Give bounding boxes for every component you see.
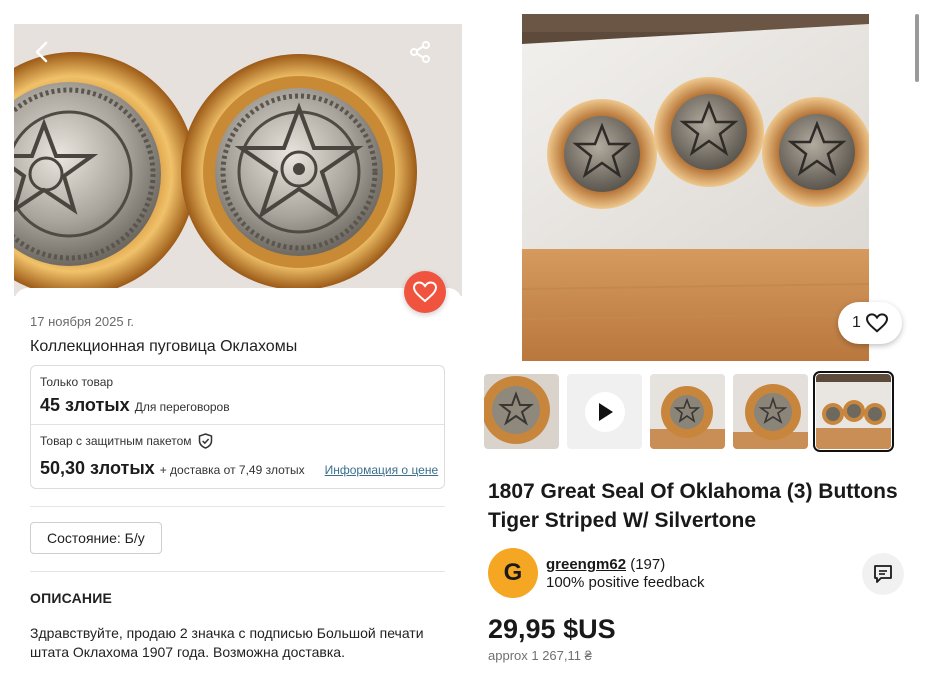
product-main-photo[interactable] (522, 14, 869, 361)
price-info-link[interactable]: Информация о цене (325, 463, 439, 477)
buttons-closeup-image (14, 24, 462, 296)
play-button[interactable] (584, 391, 625, 432)
shield-check-icon (198, 433, 212, 449)
listing-title: Коллекционная пуговица Оклахомы (30, 338, 298, 355)
scrollbar[interactable] (915, 14, 919, 82)
thumbnail-5-selected[interactable] (813, 371, 894, 452)
thumbnail-image (733, 374, 808, 449)
description-text: Здравствуйте, продаю 2 значка с подписью… (30, 625, 424, 660)
price-box-divider (31, 424, 444, 425)
share-button[interactable] (406, 38, 434, 66)
share-icon (410, 41, 430, 63)
thumbnail-strip (484, 371, 894, 452)
heart-icon (413, 281, 437, 303)
goods-only-option[interactable]: Только товар 45 злотых Для переговоров (40, 375, 230, 416)
price-options-box: Только товар 45 злотых Для переговоров Т… (30, 365, 445, 489)
back-arrow-icon (35, 41, 48, 63)
button-right (762, 97, 869, 207)
product-price: 29,95 $US (488, 614, 616, 644)
like-count: 1 (852, 314, 861, 331)
favorite-button[interactable] (404, 271, 446, 313)
seller-avatar[interactable]: G (488, 548, 538, 598)
watch-button[interactable]: 1 (838, 302, 902, 344)
delivery-cost: + доставка от 7,49 злотых (159, 463, 305, 477)
buyer-protection-option[interactable]: Товар с защитным пакетом 50,30 злотых + … (40, 433, 439, 479)
divider (30, 506, 445, 507)
thumbnail-image (650, 374, 725, 449)
listing-photo[interactable] (14, 24, 462, 296)
chat-icon (874, 565, 892, 583)
divider (30, 571, 445, 572)
goods-only-label: Только товар (40, 375, 114, 389)
button-middle (654, 77, 764, 187)
condition-badge: Состояние: Б/у (30, 522, 162, 554)
price-approx: approx 1 267,11 ₴ (488, 648, 592, 663)
button-left (547, 99, 657, 209)
protection-label: Товар с защитным пакетом (40, 434, 192, 448)
heart-icon (865, 313, 888, 333)
seller-name-link[interactable]: greengm62 (546, 556, 626, 573)
video-thumbnail[interactable] (567, 374, 642, 449)
seller-rating-count: (197) (630, 556, 666, 573)
three-buttons-image (522, 14, 869, 361)
thumbnail-3[interactable] (650, 374, 725, 449)
back-button[interactable] (28, 38, 56, 66)
product-title: 1807 Great Seal Of Oklahoma (3) Buttons … (488, 480, 898, 532)
thumbnail-image (484, 374, 559, 449)
thumbnail-1[interactable] (484, 374, 559, 449)
message-seller-button[interactable] (862, 553, 904, 595)
thumbnail-4[interactable] (733, 374, 808, 449)
listing-panel: 17 ноября 2025 г. Коллекционная пуговица… (0, 0, 470, 700)
thumbnail-image (816, 374, 891, 449)
negotiable-note: Для переговоров (134, 400, 230, 414)
goods-only-price: 45 злотых (40, 395, 130, 415)
seller-info: greengm62 (197) (546, 556, 665, 573)
play-icon (598, 402, 613, 421)
seller-feedback: 100% positive feedback (546, 574, 705, 591)
listing-date: 17 ноября 2025 г. (30, 314, 134, 329)
protection-price: 50,30 злотых (40, 458, 155, 478)
description-heading: ОПИСАНИЕ (30, 590, 112, 606)
